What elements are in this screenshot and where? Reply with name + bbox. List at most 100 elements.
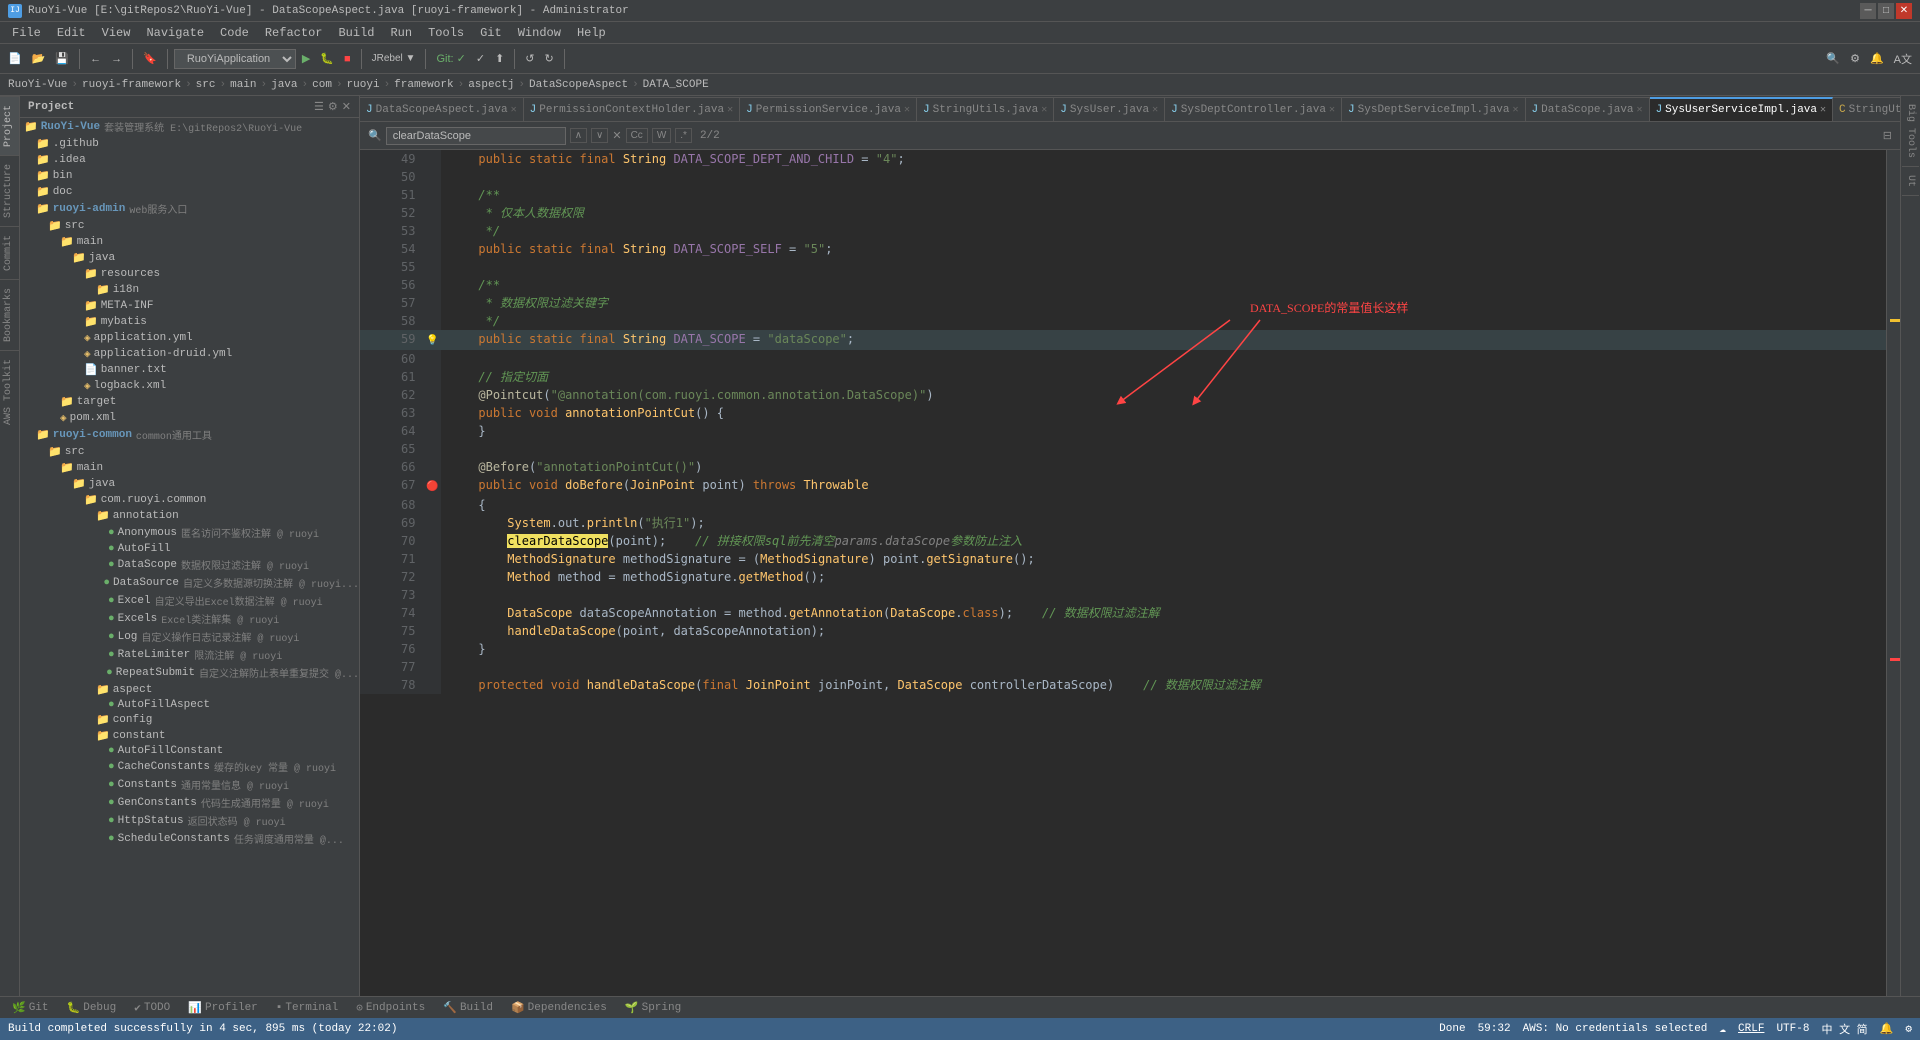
nav-aspectj[interactable]: aspectj xyxy=(468,79,514,91)
tree-item[interactable]: 📁java xyxy=(20,250,359,266)
tree-item[interactable]: 📁bin xyxy=(20,168,359,184)
tree-item[interactable]: ●GenConstants代码生成通用常量 @ ruoyi xyxy=(20,794,359,812)
nav-datascope-aspect[interactable]: DataScopeAspect xyxy=(529,79,628,91)
tree-item[interactable]: 📄banner.txt xyxy=(20,362,359,378)
settings-button[interactable]: ⚙ xyxy=(1846,50,1864,67)
tree-item[interactable]: ◈application.yml xyxy=(20,330,359,346)
search-prev-button[interactable]: ∧ xyxy=(570,128,587,143)
tab-close-4[interactable]: ✕ xyxy=(1041,104,1047,116)
open-button[interactable]: 📂 xyxy=(28,50,50,67)
bottom-tab-git[interactable]: 🌿 Git xyxy=(4,999,57,1017)
translate-button[interactable]: A文 xyxy=(1890,49,1916,69)
panel-settings-button[interactable]: ⚙ xyxy=(328,100,338,113)
right-tab-big-tools[interactable]: Big Tools xyxy=(1902,96,1919,167)
search-regex-button[interactable]: .* xyxy=(675,128,692,143)
status-notification[interactable]: 🔔 xyxy=(1880,1022,1894,1036)
sidebar-tab-project[interactable]: Project xyxy=(0,96,19,155)
tab-close[interactable]: ✕ xyxy=(511,104,517,116)
sidebar-tab-bookmarks[interactable]: Bookmarks xyxy=(0,279,19,350)
status-encoding[interactable]: UTF-8 xyxy=(1776,1023,1809,1035)
updates-button[interactable]: 🔔 xyxy=(1866,50,1888,67)
tab-close-5[interactable]: ✕ xyxy=(1152,104,1158,116)
tree-item[interactable]: 📁META-INF xyxy=(20,298,359,314)
menu-item-git[interactable]: Git xyxy=(472,24,510,42)
tab-close-3[interactable]: ✕ xyxy=(904,104,910,116)
jrebel-button[interactable]: JRebel ▼ xyxy=(368,51,420,66)
tree-item[interactable]: ◈application-druid.yml xyxy=(20,346,359,362)
tree-item[interactable]: 📁.idea xyxy=(20,152,359,168)
code-scroll-area[interactable]: 49 public static final String DATA_SCOPE… xyxy=(360,150,1886,996)
search-next-button[interactable]: ∨ xyxy=(591,128,608,143)
tree-item[interactable]: 📁mybatis xyxy=(20,314,359,330)
tree-item[interactable]: 📁RuoYi-Vue套装管理系统 E:\gitRepos2\RuoYi-Vue xyxy=(20,118,359,136)
menu-item-help[interactable]: Help xyxy=(569,24,614,42)
tree-item[interactable]: 📁annotation xyxy=(20,508,359,524)
tab-sysdept-service[interactable]: J SysDeptServiceImpl.java ✕ xyxy=(1342,97,1525,121)
push-button[interactable]: ⬆ xyxy=(491,50,508,67)
menu-item-build[interactable]: Build xyxy=(330,24,382,42)
tree-item[interactable]: 📁ruoyi-adminweb服务入口 xyxy=(20,200,359,218)
tree-item[interactable]: ●RateLimiter限流注解 @ ruoyi xyxy=(20,646,359,664)
tree-item[interactable]: 📁doc xyxy=(20,184,359,200)
panel-close-button[interactable]: ✕ xyxy=(342,100,351,113)
menu-item-navigate[interactable]: Navigate xyxy=(138,24,212,42)
tree-item[interactable]: 📁java xyxy=(20,476,359,492)
tree-item[interactable]: 📁src xyxy=(20,218,359,234)
run-button[interactable]: ▶ xyxy=(298,50,314,67)
bottom-tab-todo[interactable]: ✔ TODO xyxy=(126,999,178,1017)
tab-datascope[interactable]: J DataScope.java ✕ xyxy=(1526,97,1650,121)
tree-item[interactable]: 📁config xyxy=(20,712,359,728)
tree-item[interactable]: ●ScheduleConstants任务调度通用常量 @... xyxy=(20,830,359,848)
nav-com[interactable]: com xyxy=(312,79,332,91)
run-config-dropdown[interactable]: RuoYiApplication xyxy=(174,49,296,69)
nav-ruoyi-vue[interactable]: RuoYi-Vue xyxy=(8,79,67,91)
tree-item[interactable]: ●HttpStatus返回状态码 @ ruoyi xyxy=(20,812,359,830)
tab-stringutils[interactable]: J StringUtils.java ✕ xyxy=(917,97,1054,121)
tab-close-9[interactable]: ✕ xyxy=(1820,104,1826,116)
bottom-tab-profiler[interactable]: 📊 Profiler xyxy=(180,999,266,1017)
status-crlf[interactable]: CRLF xyxy=(1738,1023,1764,1035)
close-button[interactable]: ✕ xyxy=(1896,3,1912,19)
search-case-button[interactable]: Cc xyxy=(626,128,648,143)
tree-item[interactable]: ●AutoFill xyxy=(20,542,359,556)
menu-item-code[interactable]: Code xyxy=(212,24,257,42)
tab-permission-context[interactable]: J PermissionContextHolder.java ✕ xyxy=(524,97,740,121)
right-tab-ut[interactable]: Ut xyxy=(1902,167,1919,196)
sidebar-tab-structure[interactable]: Structure xyxy=(0,155,19,226)
menu-item-tools[interactable]: Tools xyxy=(420,24,472,42)
tab-close-8[interactable]: ✕ xyxy=(1637,104,1643,116)
panel-collapse-button[interactable]: ☰ xyxy=(314,100,324,113)
menu-item-edit[interactable]: Edit xyxy=(49,24,94,42)
menu-item-view[interactable]: View xyxy=(94,24,139,42)
back-button[interactable]: ← xyxy=(86,51,105,67)
search-filter-button[interactable]: ⊟ xyxy=(1883,129,1892,142)
bottom-tab-build[interactable]: 🔨 Build xyxy=(435,999,501,1017)
bottom-tab-debug[interactable]: 🐛 Debug xyxy=(59,999,125,1017)
bottom-tab-dependencies[interactable]: 📦 Dependencies xyxy=(503,999,615,1017)
menu-item-file[interactable]: File xyxy=(4,24,49,42)
debug-button[interactable]: 🐛 xyxy=(316,50,338,67)
sidebar-tab-aws[interactable]: AWS Toolkit xyxy=(0,350,19,433)
tree-item[interactable]: 📁main xyxy=(20,234,359,250)
tab-sysdept-controller[interactable]: J SysDeptController.java ✕ xyxy=(1165,97,1342,121)
nav-framework[interactable]: ruoyi-framework xyxy=(82,79,181,91)
tree-item[interactable]: 📁constant xyxy=(20,728,359,744)
save-button[interactable]: 💾 xyxy=(51,50,73,67)
undo-button[interactable]: ↺ xyxy=(521,50,538,67)
menu-item-run[interactable]: Run xyxy=(382,24,420,42)
tab-sysuser[interactable]: J SysUser.java ✕ xyxy=(1054,97,1165,121)
nav-data-scope[interactable]: DATA_SCOPE xyxy=(643,79,709,91)
bottom-tab-spring[interactable]: 🌱 Spring xyxy=(617,999,689,1017)
git-button[interactable]: Git: ✓ xyxy=(432,50,469,67)
tree-item[interactable]: ●Log自定义操作日志记录注解 @ ruoyi xyxy=(20,628,359,646)
tree-item[interactable]: ●RepeatSubmit自定义注解防止表单重复提交 @... xyxy=(20,664,359,682)
tree-item[interactable]: ◈logback.xml xyxy=(20,378,359,394)
menu-item-refactor[interactable]: Refactor xyxy=(257,24,331,42)
tab-sysuser-service-active[interactable]: J SysUserServiceImpl.java ✕ xyxy=(1650,97,1833,121)
search-everywhere-button[interactable]: 🔍 xyxy=(1822,50,1844,67)
tree-item[interactable]: ●CacheConstants缓存的key 常量 @ ruoyi xyxy=(20,758,359,776)
tree-item[interactable]: ●Anonymous匿名访问不鉴权注解 @ ruoyi xyxy=(20,524,359,542)
tree-item[interactable]: ●AutoFillAspect xyxy=(20,698,359,712)
nav-main[interactable]: main xyxy=(230,79,256,91)
tree-item[interactable]: 📁main xyxy=(20,460,359,476)
